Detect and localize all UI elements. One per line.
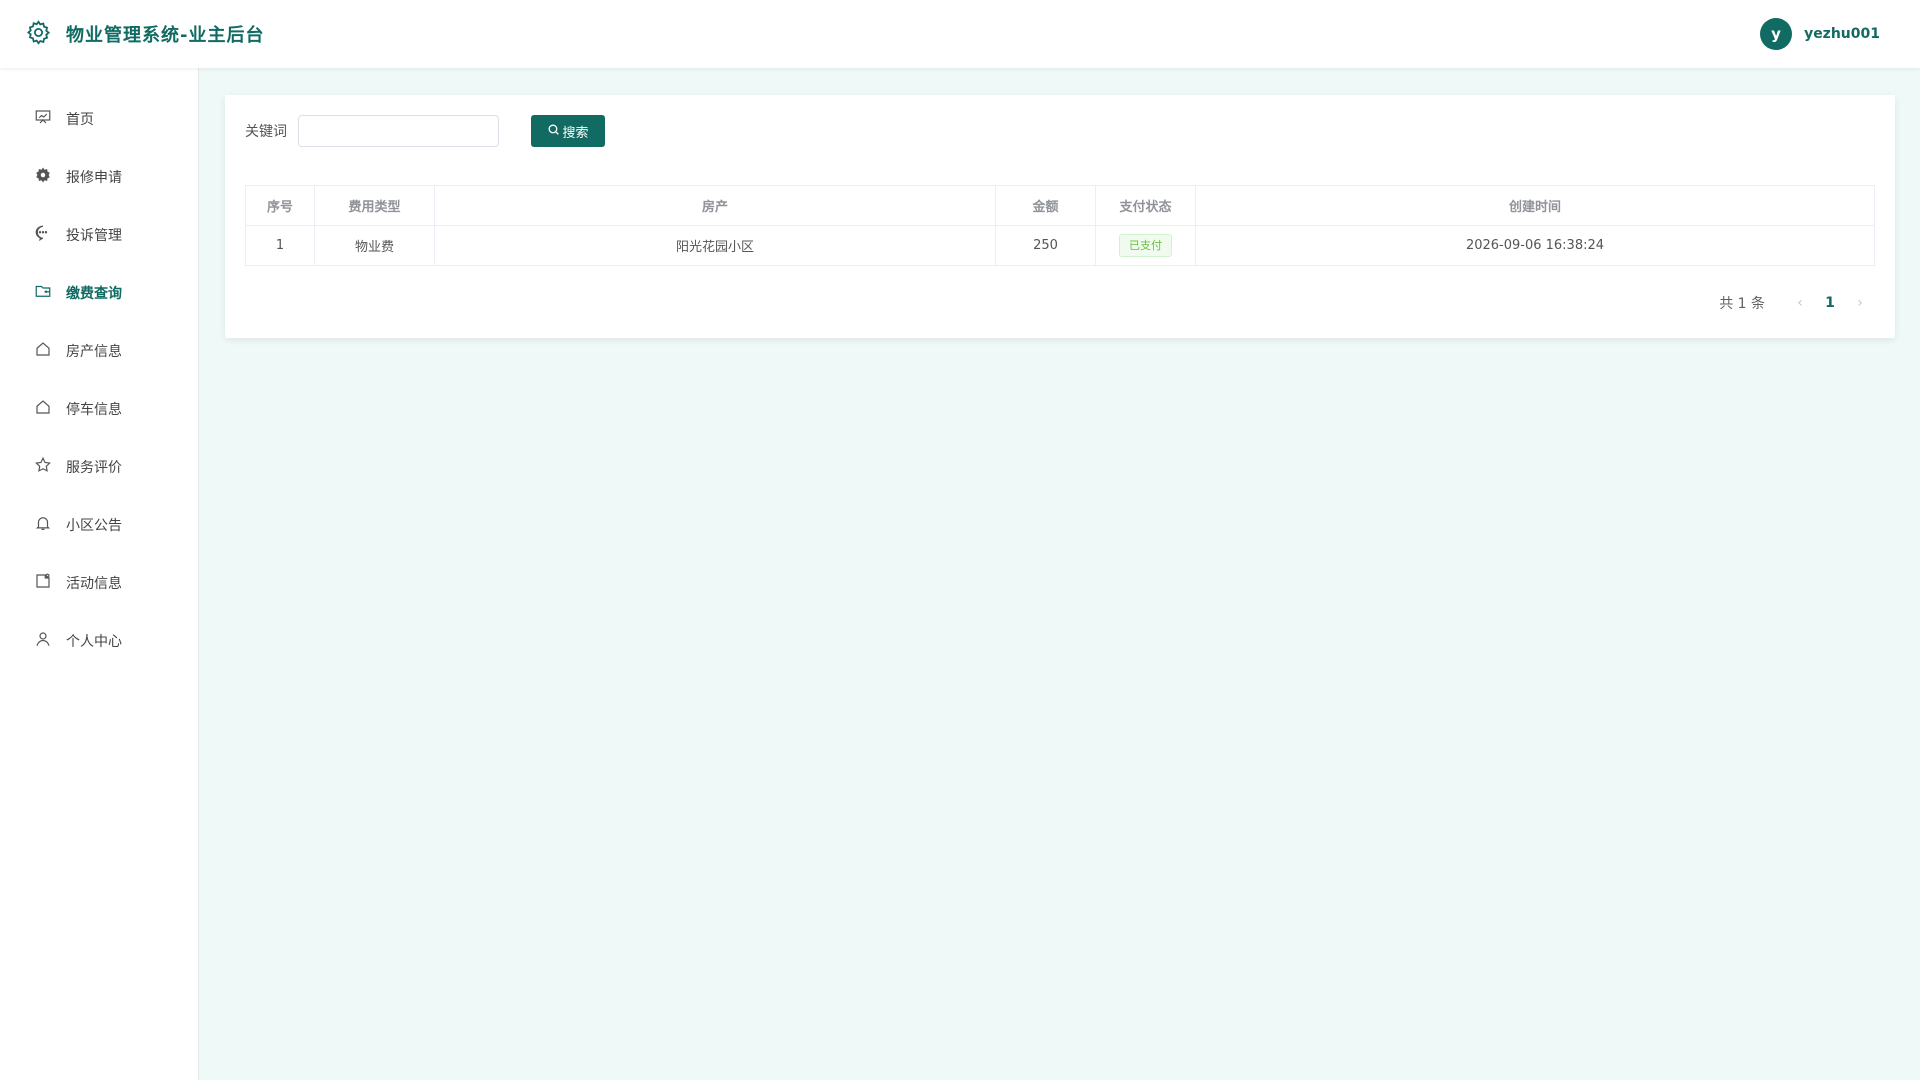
- search-button-label: 搜索: [562, 125, 589, 141]
- top-header: 物业管理系统-业主后台 y yezhu001: [0, 0, 1920, 68]
- column-header-status[interactable]: 支付状态: [1095, 185, 1196, 226]
- gear-icon: [25, 19, 52, 50]
- sidebar-item-profile[interactable]: 个人中心: [0, 612, 198, 670]
- sidebar-item-label: 缴费查询: [66, 286, 122, 302]
- sidebar-item-payment[interactable]: 缴费查询: [0, 264, 198, 322]
- search-label: 关键词: [245, 124, 287, 140]
- user-menu[interactable]: y yezhu001: [1760, 18, 1880, 50]
- app-title: 物业管理系统-业主后台: [66, 25, 265, 46]
- sidebar-item-complaint[interactable]: 投诉管理: [0, 206, 198, 264]
- sidebar-item-home[interactable]: 首页: [0, 90, 198, 148]
- search-icon: [547, 123, 560, 140]
- brand: 物业管理系统-业主后台: [25, 19, 264, 50]
- sidebar-item-label: 房产信息: [66, 344, 122, 360]
- avatar[interactable]: y: [1760, 18, 1793, 50]
- keyword-input[interactable]: [298, 115, 499, 147]
- sidebar-item-label: 小区公告: [66, 518, 122, 534]
- cell-status: 已支付: [1095, 225, 1196, 266]
- cell-property: 阳光花园小区: [434, 225, 996, 266]
- sidebar-item-label: 个人中心: [66, 634, 122, 650]
- sidebar-item-label: 报修申请: [66, 170, 122, 186]
- chevron-left-icon[interactable]: ‹: [1785, 295, 1815, 311]
- chat-bubble-icon: [34, 224, 52, 246]
- sidebar-item-label: 投诉管理: [66, 228, 122, 244]
- pagination: 共 1 条 ‹ 1 ›: [1719, 293, 1875, 313]
- sidebar-item-evaluation[interactable]: 服务评价: [0, 438, 198, 496]
- chart-board-icon: [34, 108, 52, 130]
- search-button[interactable]: 搜索: [531, 115, 605, 147]
- cell-fee-type: 物业费: [314, 225, 435, 266]
- sidebar-item-repair[interactable]: 报修申请: [0, 148, 198, 206]
- user-icon: [34, 630, 52, 652]
- sidebar-item-notice[interactable]: 小区公告: [0, 496, 198, 554]
- house-icon: [34, 340, 52, 362]
- pagination-total: 共 1 条: [1719, 296, 1765, 312]
- cell-amount: 250: [995, 225, 1096, 266]
- bell-icon: [34, 514, 52, 536]
- column-header-amount[interactable]: 金额: [995, 185, 1096, 226]
- cell-created: 2026-09-06 16:38:24: [1195, 225, 1875, 266]
- sidebar: 首页 报修申请 投诉管理 缴费查询 房产信息 停车信息 服务评价 小区公告 活动…: [0, 68, 199, 1080]
- sidebar-item-label: 活动信息: [66, 576, 122, 592]
- star-icon: [34, 456, 52, 478]
- house-icon: [34, 398, 52, 420]
- table-row[interactable]: 1 物业费 阳光花园小区 250 已支付 2026-09-06 16:38:24: [245, 225, 1875, 266]
- chevron-right-icon[interactable]: ›: [1845, 295, 1875, 311]
- column-header-fee-type[interactable]: 费用类型: [314, 185, 435, 226]
- search-bar: 关键词 搜索: [245, 115, 1875, 147]
- sidebar-item-label: 停车信息: [66, 402, 122, 418]
- note-icon: [34, 572, 52, 594]
- column-header-index[interactable]: 序号: [245, 185, 315, 226]
- payment-query-card: 关键词 搜索 序号 费用类型 房产 金额 支付状态 创建时间 1 物业费 阳光花…: [225, 95, 1895, 338]
- sidebar-item-activity[interactable]: 活动信息: [0, 554, 198, 612]
- payment-table: 序号 费用类型 房产 金额 支付状态 创建时间 1 物业费 阳光花园小区 250…: [245, 185, 1875, 266]
- column-header-property[interactable]: 房产: [434, 185, 996, 226]
- column-header-created[interactable]: 创建时间: [1195, 185, 1875, 226]
- page-number[interactable]: 1: [1815, 295, 1845, 311]
- status-badge: 已支付: [1119, 234, 1172, 257]
- username[interactable]: yezhu001: [1804, 26, 1880, 42]
- cell-index: 1: [245, 225, 315, 266]
- sidebar-item-label: 服务评价: [66, 460, 122, 476]
- table-header-row: 序号 费用类型 房产 金额 支付状态 创建时间: [245, 185, 1875, 226]
- sidebar-item-parking[interactable]: 停车信息: [0, 380, 198, 438]
- gear-icon: [34, 166, 52, 188]
- sidebar-item-property[interactable]: 房产信息: [0, 322, 198, 380]
- sidebar-item-label: 首页: [66, 112, 94, 128]
- wallet-icon: [34, 282, 52, 304]
